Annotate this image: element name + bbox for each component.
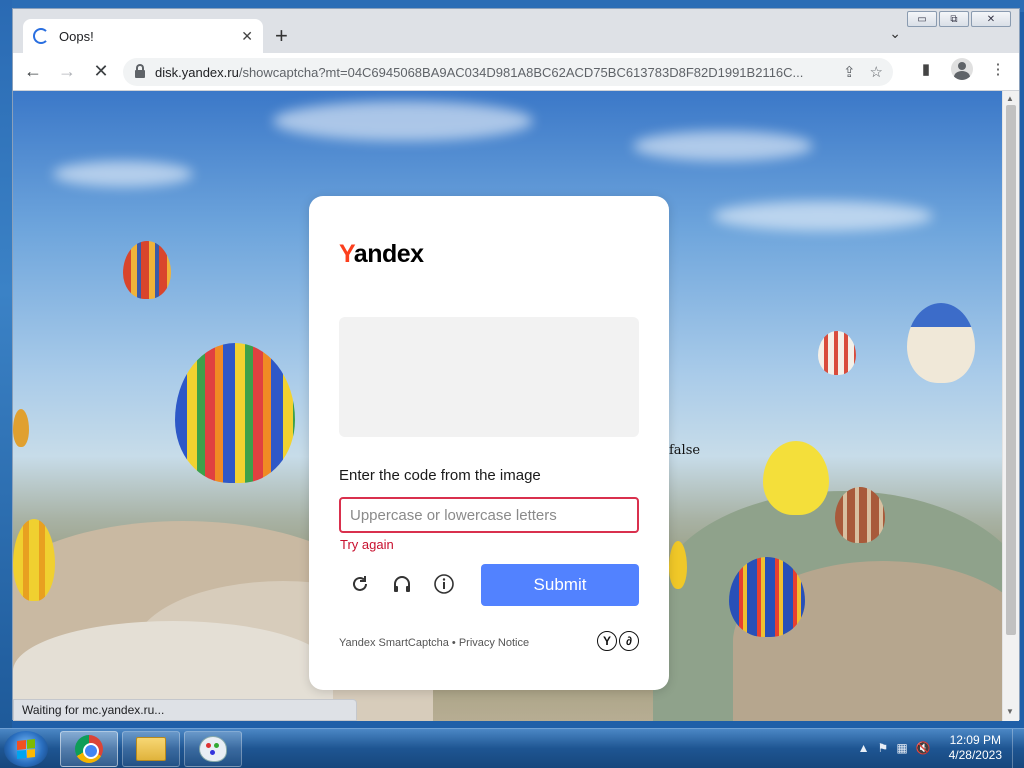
- stop-loading-button[interactable]: ✕: [87, 58, 115, 86]
- scroll-thumb[interactable]: [1006, 105, 1016, 635]
- submit-button[interactable]: Submit: [481, 564, 639, 606]
- captcha-footer[interactable]: Yandex SmartCaptcha • Privacy Notice: [339, 637, 529, 649]
- tab-strip: Oops! ✕ + ⌄ ▭ ⧉ ✕: [13, 9, 1019, 53]
- balloon: [818, 331, 856, 377]
- taskbar: ▲ ⚑ ▦ 🔇 12:09 PM 4/28/2023: [0, 728, 1024, 768]
- cloud: [53, 161, 193, 187]
- profile-avatar[interactable]: [951, 58, 973, 80]
- captcha-code-input[interactable]: [339, 497, 639, 533]
- windows-logo-icon: [17, 739, 35, 759]
- restore-button[interactable]: ⧉: [939, 11, 969, 27]
- forward-button[interactable]: →: [53, 58, 81, 86]
- balloon: [763, 441, 829, 517]
- balloon: [175, 343, 295, 485]
- cloud: [273, 101, 533, 141]
- stray-text: false: [669, 443, 701, 458]
- side-panel-icon[interactable]: ▮: [915, 58, 937, 80]
- tab-close-icon[interactable]: ✕: [241, 28, 253, 45]
- balloon: [835, 487, 885, 545]
- desktop-background-left: [0, 0, 12, 728]
- chrome-icon: [75, 735, 103, 763]
- footer-logos: Y ∂: [597, 631, 639, 651]
- taskbar-paint[interactable]: [184, 731, 242, 767]
- clock-date: 4/28/2023: [948, 748, 1002, 762]
- tab-active[interactable]: Oops! ✕: [23, 19, 263, 53]
- clock-time: 12:09 PM: [949, 733, 1001, 747]
- network-icon[interactable]: ▦: [896, 741, 907, 755]
- balloon: [669, 541, 687, 589]
- volume-muted-icon[interactable]: 🔇: [916, 741, 931, 755]
- tab-search-chevron-icon[interactable]: ⌄: [889, 25, 901, 42]
- bookmark-star-icon[interactable]: ☆: [870, 63, 883, 81]
- smartcaptcha-logo-icon: ∂: [619, 631, 639, 651]
- vertical-scrollbar[interactable]: ▲ ▼: [1002, 91, 1019, 721]
- yandex-circle-logo-icon: Y: [597, 631, 617, 651]
- show-hidden-icons-icon[interactable]: ▲: [858, 741, 870, 755]
- start-button[interactable]: [4, 731, 48, 767]
- captcha-prompt: Enter the code from the image: [339, 467, 541, 484]
- address-bar[interactable]: disk.yandex.ru/showcaptcha?mt=04C6945068…: [123, 58, 893, 86]
- new-tab-button[interactable]: +: [275, 25, 288, 47]
- action-center-icon[interactable]: ⚑: [878, 741, 889, 755]
- paint-palette-icon: [199, 736, 227, 762]
- refresh-icon[interactable]: [348, 572, 372, 596]
- lock-icon[interactable]: [135, 64, 145, 78]
- status-bubble: Waiting for mc.yandex.ru...: [13, 699, 357, 721]
- scroll-up-icon[interactable]: ▲: [1006, 94, 1014, 103]
- share-icon[interactable]: ⇪: [843, 63, 856, 81]
- menu-kebab-icon[interactable]: ⋮: [987, 58, 1009, 80]
- balloon: [13, 519, 55, 601]
- balloon: [907, 303, 975, 385]
- system-tray: ▲ ⚑ ▦ 🔇 12:09 PM 4/28/2023: [858, 733, 1018, 763]
- info-icon[interactable]: [432, 572, 456, 596]
- taskbar-chrome[interactable]: [60, 731, 118, 767]
- balloon: [13, 409, 29, 447]
- cloud: [713, 201, 933, 231]
- balloon: [729, 557, 805, 639]
- captcha-image: [339, 317, 639, 437]
- page-viewport: Yandex Enter the code from the image Try…: [13, 91, 1003, 721]
- browser-toolbar: ← → ✕ disk.yandex.ru/showcaptcha?mt=04C6…: [13, 53, 1019, 91]
- browser-window: Oops! ✕ + ⌄ ▭ ⧉ ✕ ← → ✕ disk.yandex.ru/s…: [12, 8, 1020, 721]
- scroll-down-icon[interactable]: ▼: [1006, 707, 1014, 716]
- url-text: disk.yandex.ru/showcaptcha?mt=04C6945068…: [155, 64, 804, 80]
- clock[interactable]: 12:09 PM 4/28/2023: [949, 733, 1002, 763]
- show-desktop-button[interactable]: [1012, 729, 1024, 768]
- error-message: Try again: [340, 537, 394, 552]
- headphones-icon[interactable]: [390, 572, 414, 596]
- minimize-button[interactable]: ▭: [907, 11, 937, 27]
- captcha-card: Yandex Enter the code from the image Try…: [309, 196, 669, 690]
- cloud: [633, 131, 813, 161]
- yandex-logo: Yandex: [339, 240, 424, 268]
- taskbar-explorer[interactable]: [122, 731, 180, 767]
- back-button[interactable]: ←: [19, 58, 47, 86]
- close-window-button[interactable]: ✕: [971, 11, 1011, 27]
- window-controls: ▭ ⧉ ✕: [907, 11, 1011, 27]
- balloon: [123, 241, 171, 301]
- toolbar-right: ▮ ⋮: [915, 58, 1009, 80]
- loading-spinner-icon: [33, 28, 49, 44]
- tab-title: Oops!: [59, 28, 94, 44]
- folder-icon: [136, 737, 166, 761]
